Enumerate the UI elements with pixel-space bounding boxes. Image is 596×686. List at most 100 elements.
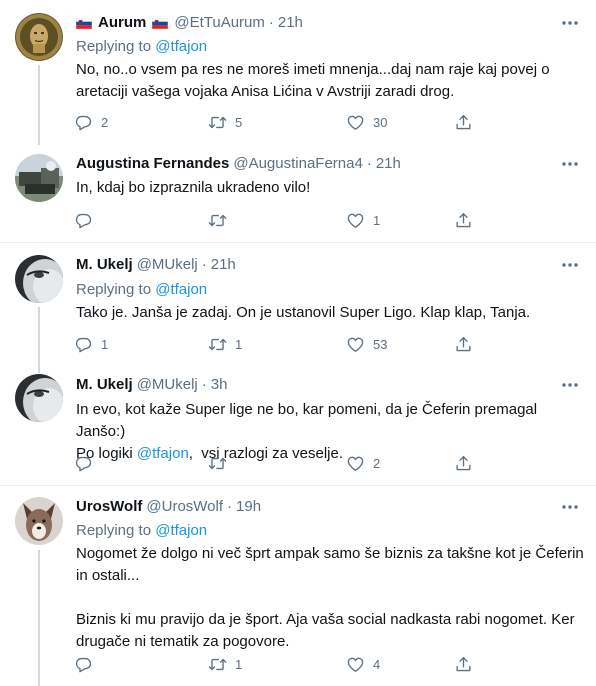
share-button[interactable] — [446, 208, 480, 232]
share-button[interactable] — [446, 652, 480, 676]
reply-icon — [74, 335, 93, 354]
slovenia-flag-icon — [76, 18, 92, 29]
reply-button[interactable] — [66, 451, 111, 475]
user-handle[interactable]: @EtTuAurum — [174, 13, 265, 33]
tweet-text-line: No, no..o vsem pa res ne moreš imeti mne… — [76, 61, 550, 78]
slovenia-flag-icon — [152, 18, 168, 29]
share-icon — [454, 335, 473, 354]
more-icon — [560, 13, 580, 33]
like-count: 2 — [373, 455, 381, 471]
like-button[interactable]: 30 — [338, 110, 387, 134]
user-handle[interactable]: @MUkelj — [137, 255, 198, 275]
tweet-header: Aurum @EtTuAurum · 21h — [76, 13, 303, 33]
tweet-text: In evo, kot kaže Super lige ne bo, kar p… — [76, 399, 586, 465]
more-options-button[interactable] — [560, 13, 580, 33]
more-options-button[interactable] — [560, 375, 580, 395]
like-count: 1 — [373, 212, 381, 228]
tweet-mukelj-2[interactable]: M. Ukelj @MUkelj · 3h In evo, kot kaže S… — [0, 361, 596, 485]
like-icon — [346, 211, 365, 230]
timestamp[interactable]: 21h — [376, 154, 401, 174]
retweet-icon — [208, 454, 227, 473]
timestamp[interactable]: 3h — [211, 375, 228, 395]
reply-button[interactable] — [66, 652, 111, 676]
tweet-header: UrosWolf @UrosWolf · 19h — [76, 497, 261, 517]
mention-link[interactable]: @tfajon — [155, 522, 207, 539]
replying-to-label: Replying to — [76, 281, 152, 298]
retweet-count: 1 — [235, 656, 243, 672]
like-icon — [346, 113, 365, 132]
avatar[interactable] — [15, 255, 63, 303]
user-handle[interactable]: @AugustinaFerna4 — [233, 154, 362, 174]
replying-to: Replying to @tfajon — [76, 521, 207, 541]
retweet-button[interactable]: 1 — [200, 652, 245, 676]
tweet-aurum[interactable]: Aurum @EtTuAurum · 21h Replying to @tfaj… — [0, 0, 596, 145]
mention-link[interactable]: @tfajon — [137, 445, 189, 462]
tweet-text-line: In, kdaj bo izpraznila ukradeno vilo! — [76, 179, 311, 196]
retweet-icon — [208, 655, 227, 674]
like-icon — [346, 335, 365, 354]
tweet-mukelj-1[interactable]: M. Ukelj @MUkelj · 21h Replying to @tfaj… — [0, 243, 596, 373]
mention-link[interactable]: @tfajon — [155, 38, 207, 55]
display-name[interactable]: M. Ukelj — [76, 255, 133, 275]
like-button[interactable]: 1 — [338, 208, 383, 232]
mention-link[interactable]: @tfajon — [155, 281, 207, 298]
display-name[interactable]: UrosWolf — [76, 497, 142, 517]
more-options-button[interactable] — [560, 255, 580, 275]
reply-icon — [74, 655, 93, 674]
more-icon — [560, 375, 580, 395]
timestamp[interactable]: 21h — [278, 13, 303, 33]
retweet-count: 1 — [235, 336, 243, 352]
thread-line — [38, 65, 40, 145]
more-options-button[interactable] — [560, 497, 580, 517]
tweet-augustina[interactable]: Augustina Fernandes @AugustinaFerna4 · 2… — [0, 140, 596, 242]
more-icon — [560, 497, 580, 517]
tweet-text: Nogomet že dolgo ni več šprt ampak samo … — [76, 543, 586, 653]
avatar[interactable] — [15, 497, 63, 545]
retweet-button[interactable] — [200, 208, 245, 232]
share-button[interactable] — [446, 110, 480, 134]
display-name[interactable]: M. Ukelj — [76, 375, 133, 395]
replying-to-label: Replying to — [76, 38, 152, 55]
like-button[interactable]: 4 — [338, 652, 383, 676]
like-icon — [346, 454, 365, 473]
avatar[interactable] — [15, 374, 63, 422]
separator-dot: · — [366, 155, 372, 172]
replying-to: Replying to @tfajon — [76, 280, 207, 300]
like-button[interactable]: 2 — [338, 451, 383, 475]
timestamp[interactable]: 21h — [211, 255, 236, 275]
like-count: 53 — [373, 336, 388, 352]
retweet-button[interactable] — [200, 451, 245, 475]
tweet-header: M. Ukelj @MUkelj · 3h — [76, 375, 227, 395]
tweet-text: In, kdaj bo izpraznila ukradeno vilo! — [76, 177, 586, 199]
tweet-text-line: drugače ni tematik za pogovore. — [76, 633, 290, 650]
retweet-icon — [208, 335, 227, 354]
retweet-button[interactable]: 1 — [200, 332, 245, 356]
separator-dot: · — [201, 376, 207, 393]
like-button[interactable]: 53 — [338, 332, 387, 356]
share-button[interactable] — [446, 332, 480, 356]
reply-icon — [74, 211, 93, 230]
separator-dot: · — [268, 14, 274, 31]
retweet-button[interactable]: 5 — [200, 110, 245, 134]
share-button[interactable] — [446, 451, 480, 475]
thread-line — [38, 550, 40, 686]
reply-button[interactable]: 1 — [66, 332, 111, 356]
timestamp[interactable]: 19h — [236, 497, 261, 517]
more-options-button[interactable] — [560, 154, 580, 174]
tweet-uroswolf[interactable]: UrosWolf @UrosWolf · 19h Replying to @tf… — [0, 486, 596, 686]
like-count: 30 — [373, 114, 388, 130]
avatar[interactable] — [15, 154, 63, 202]
more-icon — [560, 154, 580, 174]
reply-button[interactable] — [66, 208, 111, 232]
display-name[interactable]: Aurum — [98, 13, 146, 33]
display-name[interactable]: Augustina Fernandes — [76, 154, 229, 174]
avatar[interactable] — [15, 13, 63, 61]
user-handle[interactable]: @UrosWolf — [146, 497, 223, 517]
tweet-text-line: In evo, kot kaže Super lige ne bo, kar p… — [76, 401, 538, 440]
user-handle[interactable]: @MUkelj — [137, 375, 198, 395]
tweet-text-line: Biznis ki mu pravijo da je šport. Aja va… — [76, 611, 575, 628]
reply-button[interactable]: 2 — [66, 110, 111, 134]
reply-count: 2 — [101, 114, 109, 130]
tweet-header: Augustina Fernandes @AugustinaFerna4 · 2… — [76, 154, 401, 174]
